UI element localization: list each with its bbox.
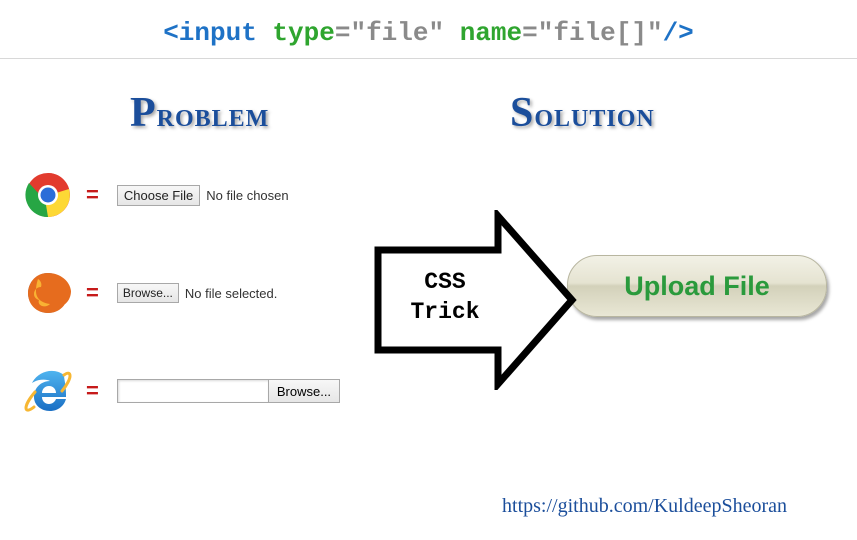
- arrow-label: CSS Trick: [400, 268, 490, 328]
- ie-row: = Browse...: [20, 363, 400, 419]
- chrome-row: = Choose File No file chosen: [20, 167, 400, 223]
- problem-heading: Problem: [130, 89, 400, 137]
- firefox-file-status: No file selected.: [185, 286, 278, 301]
- ie-icon: [20, 363, 76, 419]
- firefox-row: = Browse... No file selected.: [20, 265, 400, 321]
- equals-sign: =: [86, 280, 99, 306]
- chrome-choose-file-button[interactable]: Choose File: [117, 185, 200, 206]
- code-snippet: <input type="file" name="file[]"/>: [0, 0, 857, 54]
- equals-sign: =: [86, 378, 99, 404]
- ie-file-field: Browse...: [117, 379, 340, 403]
- arrow-icon: CSS Trick: [368, 210, 578, 390]
- upload-file-button[interactable]: Upload File: [567, 255, 827, 317]
- chrome-file-status: No file chosen: [206, 188, 288, 203]
- ie-browse-button[interactable]: Browse...: [268, 380, 339, 402]
- firefox-icon: [20, 265, 76, 321]
- firefox-browse-button[interactable]: Browse...: [117, 283, 179, 303]
- problem-column: Problem = Choose File No file chosen: [20, 89, 400, 461]
- ie-file-text-input[interactable]: [118, 380, 268, 402]
- credit-link[interactable]: https://github.com/KuldeepSheoran: [502, 495, 787, 518]
- chrome-icon: [20, 167, 76, 223]
- solution-heading: Solution: [510, 89, 837, 137]
- equals-sign: =: [86, 182, 99, 208]
